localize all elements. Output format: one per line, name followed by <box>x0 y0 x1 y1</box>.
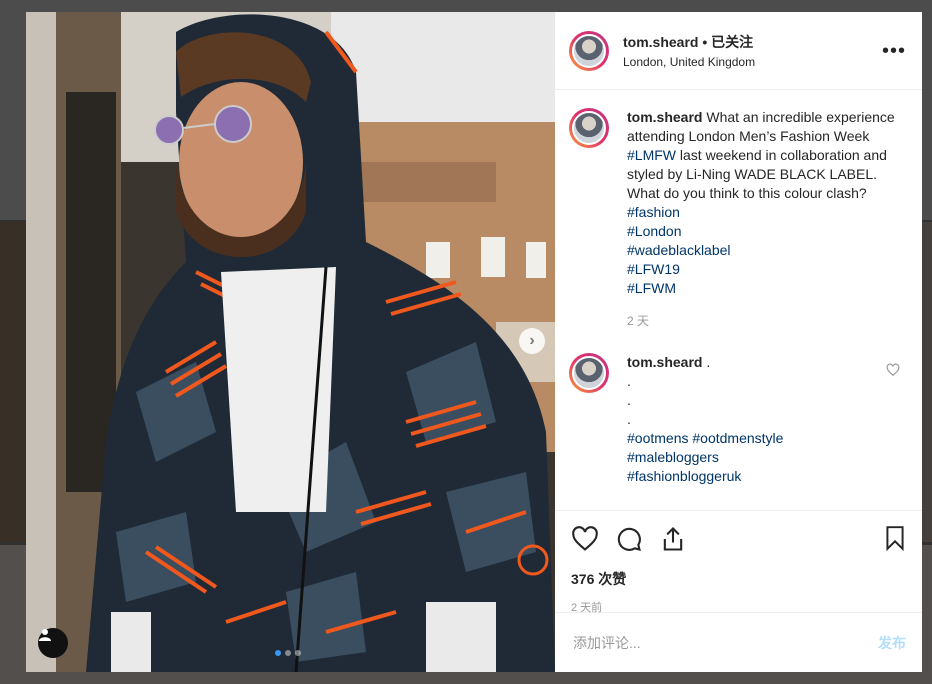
author-avatar[interactable] <box>569 30 609 71</box>
follow-button[interactable]: 已关注 <box>711 34 753 50</box>
bookmark-icon[interactable] <box>882 524 908 552</box>
hashtag-link[interactable]: #fashion <box>627 203 897 222</box>
hashtag-link[interactable]: #ootmens <box>627 430 688 446</box>
like-heart-icon[interactable] <box>571 525 599 553</box>
ellipsis-icon: ••• <box>881 40 906 62</box>
caption-avatar[interactable] <box>569 108 609 148</box>
comment-dot: . <box>627 411 631 427</box>
comment-text: . <box>702 354 711 370</box>
comment-body: tom.sheard . . . . #ootmens #ootdmenstyl… <box>627 353 897 486</box>
avatar-image <box>572 356 606 390</box>
post-actions: 376 次赞 2 天前 <box>555 510 922 615</box>
comment-bubble-icon[interactable] <box>615 525 643 553</box>
post-photo[interactable]: › <box>26 12 555 672</box>
avatar-image <box>572 111 606 145</box>
hashtag-link[interactable]: #LFWM <box>627 279 897 298</box>
post-location[interactable]: London, United Kingdom <box>623 55 755 69</box>
comment-input[interactable] <box>571 633 835 652</box>
comment-item: tom.sheard . . . . #ootmens #ootdmenstyl… <box>569 353 908 486</box>
hashtag-link[interactable]: #LFW19 <box>627 260 897 279</box>
hashtag-link[interactable]: #wadeblacklabel <box>627 241 897 260</box>
share-upload-icon[interactable] <box>659 525 687 553</box>
author-line: tom.sheard • 已关注 <box>623 32 755 52</box>
carousel-dot-active <box>275 650 281 656</box>
comments-list[interactable]: tom.sheard What an incredible experience… <box>555 90 922 510</box>
caption-time[interactable]: 2 天 <box>627 312 897 331</box>
comment-dot: . <box>627 392 631 408</box>
post-header: tom.sheard • 已关注 London, United Kingdom … <box>555 12 922 90</box>
add-comment-bar: 发布 <box>555 612 922 672</box>
author-info: tom.sheard • 已关注 London, United Kingdom <box>623 32 755 69</box>
photo-illustration <box>26 12 555 672</box>
commenter-avatar[interactable] <box>569 353 609 393</box>
author-username[interactable]: tom.sheard <box>623 34 698 50</box>
hashtag-link[interactable]: #malebloggers <box>627 448 897 467</box>
hashtag-link[interactable]: #ootdmenstyle <box>692 430 783 446</box>
comment-username[interactable]: tom.sheard <box>627 354 702 370</box>
more-options-button[interactable]: ••• <box>882 40 906 63</box>
action-icons <box>571 523 906 555</box>
separator: • <box>698 34 712 50</box>
comment-tag-line: #ootmens #ootdmenstyle <box>627 429 897 448</box>
post-comment-button[interactable]: 发布 <box>878 633 906 653</box>
hashtag-link[interactable]: #fashionbloggeruk <box>627 467 897 486</box>
post-side-panel: tom.sheard • 已关注 London, United Kingdom … <box>555 12 922 672</box>
user-icon <box>39 629 51 641</box>
post-modal: › tom.sheard • 已关注 London, United Kingdo… <box>26 12 922 672</box>
avatar-image <box>572 33 606 68</box>
hashtag-link[interactable]: #London <box>627 222 897 241</box>
carousel-indicator <box>275 650 301 656</box>
caption-comment: tom.sheard What an incredible experience… <box>569 108 908 331</box>
post-timestamp[interactable]: 2 天前 <box>571 599 906 615</box>
next-photo-button[interactable]: › <box>519 328 545 354</box>
carousel-dot <box>285 650 291 656</box>
hashtag-link[interactable]: #LMFW <box>627 147 676 163</box>
likes-count[interactable]: 376 次赞 <box>571 569 906 589</box>
carousel-dot <box>295 650 301 656</box>
tagged-users-button[interactable] <box>38 628 68 658</box>
caption-username[interactable]: tom.sheard <box>627 109 702 125</box>
chevron-right-icon: › <box>529 332 535 349</box>
comment-dot: . <box>627 373 631 389</box>
caption-body: tom.sheard What an incredible experience… <box>627 108 897 331</box>
like-comment-heart-icon[interactable] <box>886 363 900 377</box>
